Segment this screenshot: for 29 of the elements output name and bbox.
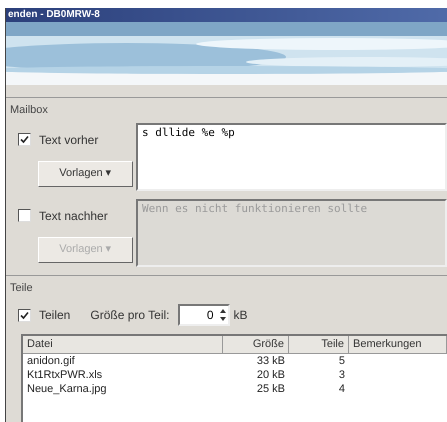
column-header[interactable]: Bemerkungen <box>349 336 447 354</box>
text-area[interactable]: s dllide %e %p <box>136 122 447 190</box>
table-cell-text: anidon.gif <box>26 354 76 368</box>
checkmark-icon <box>20 310 29 320</box>
table-cell-text: Kt1RtxPWR.xls <box>26 368 104 382</box>
checkmark-icon <box>20 135 29 144</box>
group-label: Mailbox <box>10 103 49 118</box>
table-cell-text: 25 kB <box>256 382 286 396</box>
column-header[interactable]: Größe <box>223 336 289 354</box>
checkbox-label: Teilen <box>39 307 70 324</box>
size-unit: kB <box>234 307 248 324</box>
table-cell-text: 33 kB <box>256 354 286 368</box>
column-header[interactable]: Datei <box>23 336 223 354</box>
checkbox[interactable] <box>18 133 31 146</box>
table-cell-text: 3 <box>338 368 346 382</box>
templates-button[interactable]: Vorlagen ▾ <box>38 160 133 186</box>
checkbox[interactable] <box>18 209 31 222</box>
window-title: enden - DB0MRW-8 <box>8 10 100 20</box>
checkbox[interactable] <box>18 308 31 322</box>
size-spinner[interactable]: 0 <box>178 304 230 326</box>
table-cell-text: 20 kB <box>256 368 286 382</box>
table-cell-text: Neue_Karna.jpg <box>26 382 108 396</box>
group-label: Teile <box>10 280 34 296</box>
column-header[interactable]: Teile <box>289 336 349 354</box>
table-cell-text: 5 <box>338 354 346 368</box>
checkbox-label: Text vorher <box>39 132 98 148</box>
checkbox-label: Text nachher <box>39 208 108 224</box>
table-cell-text: 4 <box>338 382 346 396</box>
size-label: Größe pro Teil: <box>90 307 170 324</box>
